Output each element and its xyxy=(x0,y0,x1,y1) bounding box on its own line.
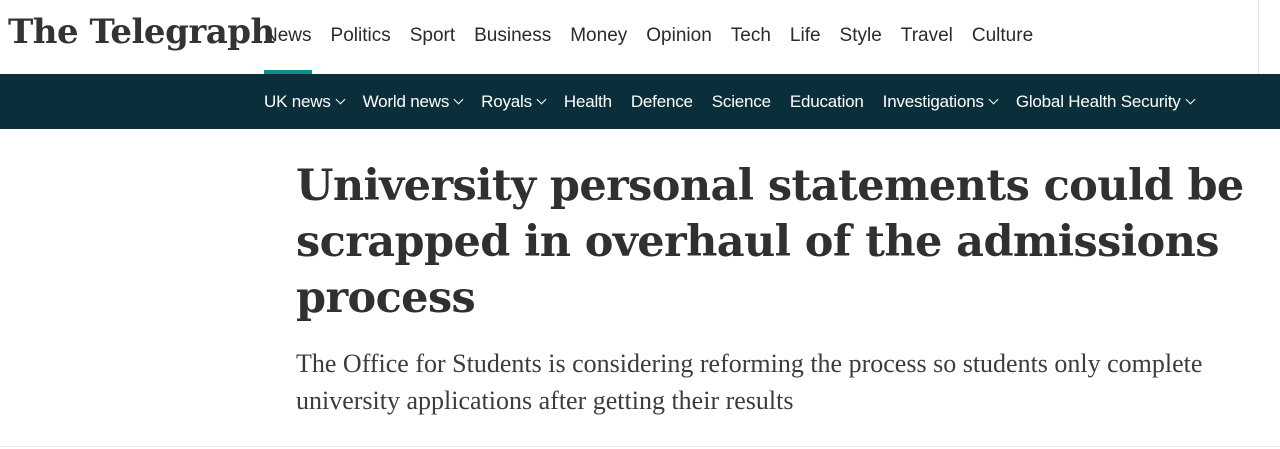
nav-item-business[interactable]: Business xyxy=(474,0,551,74)
subnav-item-label: World news xyxy=(362,91,450,111)
subnav-item-uk-news[interactable]: UK news xyxy=(264,91,346,112)
subnav-item-science[interactable]: Science xyxy=(712,92,771,112)
nav-item-culture[interactable]: Culture xyxy=(972,0,1033,74)
nav-item-travel[interactable]: Travel xyxy=(901,0,953,74)
section-subnav: UK news World news Royals Health Defence… xyxy=(0,74,1280,129)
subnav-item-label: Science xyxy=(711,91,771,111)
nav-item-politics[interactable]: Politics xyxy=(331,0,391,74)
chevron-down-icon xyxy=(536,94,547,105)
subnav-item-label: Education xyxy=(789,91,864,111)
nav-item-news[interactable]: News xyxy=(264,0,312,74)
nav-item-opinion[interactable]: Opinion xyxy=(646,0,712,74)
subnav-item-label: Royals xyxy=(481,91,532,111)
nav-item-sport[interactable]: Sport xyxy=(410,0,455,74)
nav-item-tech[interactable]: Tech xyxy=(731,0,771,74)
article-headline: University personal statements could be … xyxy=(296,161,1244,323)
article-standfirst: The Office for Students is considering r… xyxy=(296,349,1203,415)
subnav-item-health[interactable]: Health xyxy=(564,92,612,112)
subnav-item-education[interactable]: Education xyxy=(790,92,864,112)
header-edge-divider xyxy=(1258,0,1259,74)
chevron-down-icon xyxy=(988,94,999,105)
subnav-item-global-health-security[interactable]: Global Health Security xyxy=(1015,91,1196,112)
telegraph-logo[interactable]: The Telegraph xyxy=(8,12,275,52)
subnav-item-label: Global Health Security xyxy=(1015,91,1181,111)
site-header: The Telegraph News Politics Sport Busine… xyxy=(0,0,1280,74)
nav-item-money[interactable]: Money xyxy=(570,0,627,74)
nav-item-style[interactable]: Style xyxy=(840,0,882,74)
chevron-down-icon xyxy=(335,94,346,105)
subnav-item-label: Investigations xyxy=(882,91,984,111)
subnav-item-defence[interactable]: Defence xyxy=(631,92,693,112)
content-divider xyxy=(0,446,1280,447)
subnav-item-investigations[interactable]: Investigations xyxy=(882,91,999,112)
chevron-down-icon xyxy=(1185,94,1196,105)
primary-nav: News Politics Sport Business Money Opini… xyxy=(264,0,1052,74)
chevron-down-icon xyxy=(453,94,464,105)
subnav-item-world-news[interactable]: World news xyxy=(362,91,464,112)
subnav-item-label: Health xyxy=(563,91,612,111)
subnav-item-label: UK news xyxy=(264,91,331,111)
subnav-item-label: Defence xyxy=(630,91,693,111)
nav-item-life[interactable]: Life xyxy=(790,0,821,74)
subnav-item-royals[interactable]: Royals xyxy=(481,91,547,112)
